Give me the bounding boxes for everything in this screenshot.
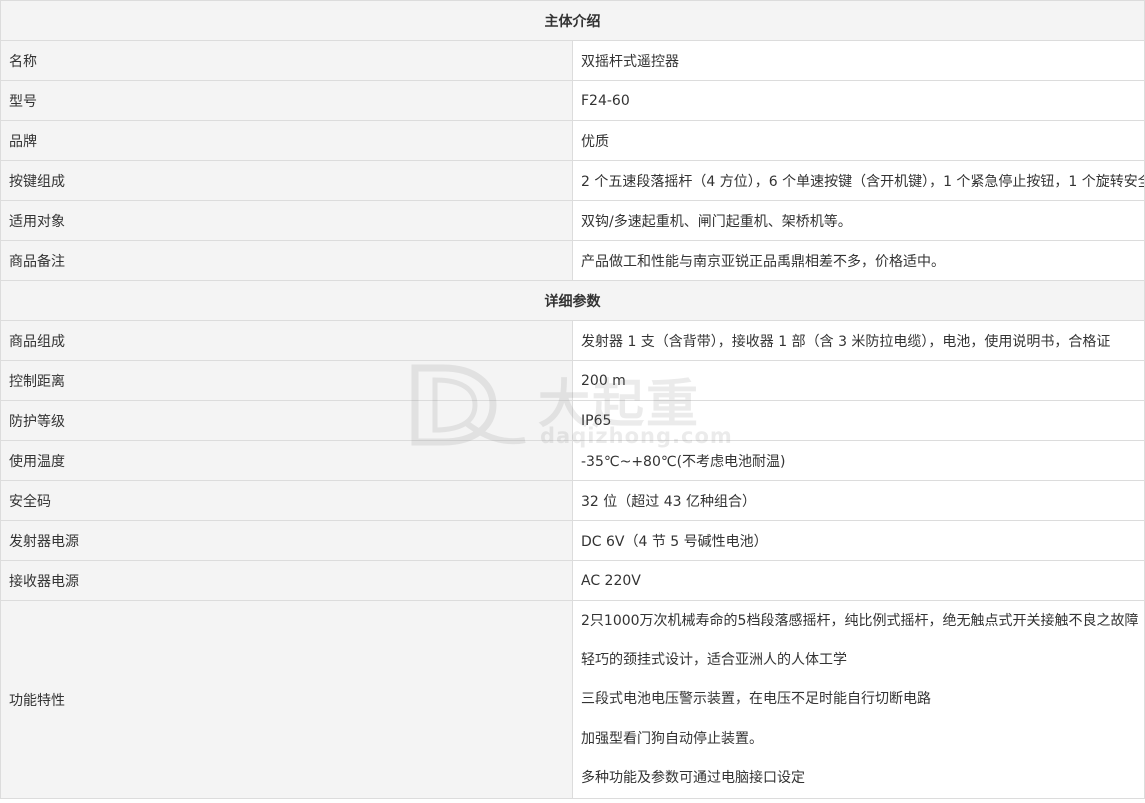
- row-value: 32 位（超过 43 亿种组合）: [572, 480, 1145, 521]
- table-row-remarks: 商品备注 产品做工和性能与南京亚锐正品禹鼎相差不多，价格适中。: [0, 240, 1145, 281]
- row-label: 接收器电源: [0, 560, 573, 601]
- section-header-details: 详细参数: [0, 280, 1145, 321]
- row-label: 名称: [0, 40, 573, 81]
- section-title-details: 详细参数: [0, 280, 1145, 321]
- feature-list: 2只1000万次机械寿命的5档段落感摇杆，纯比例式摇杆，绝无触点式开关接触不良之…: [581, 602, 1139, 798]
- row-value: 发射器 1 支（含背带），接收器 1 部（含 3 米防拉电缆），电池，使用说明书…: [572, 320, 1145, 361]
- spec-table: 主体介绍 名称 双摇杆式遥控器 型号 F24-60 品牌 优质 按键组成 2 个…: [0, 0, 1145, 799]
- row-label: 使用温度: [0, 440, 573, 481]
- feature-item: 多种功能及参数可通过电脑接口设定: [581, 770, 805, 787]
- row-value: AC 220V: [572, 560, 1145, 601]
- row-label: 型号: [0, 80, 573, 121]
- table-row-buttons: 按键组成 2 个五速段落摇杆（4 方位），6 个单速按键（含开机键），1 个紧急…: [0, 160, 1145, 201]
- row-value: DC 6V（4 节 5 号碱性电池）: [572, 520, 1145, 561]
- row-value: 2只1000万次机械寿命的5档段落感摇杆，纯比例式摇杆，绝无触点式开关接触不良之…: [572, 600, 1145, 799]
- row-value: 2 个五速段落摇杆（4 方位），6 个单速按键（含开机键），1 个紧急停止按钮，…: [572, 160, 1145, 201]
- row-value: 200 m: [572, 360, 1145, 401]
- table-row-temperature: 使用温度 -35℃~+80℃(不考虑电池耐温): [0, 440, 1145, 481]
- feature-item: 三段式电池电压警示装置，在电压不足时能自行切断电路: [581, 691, 931, 708]
- row-value: IP65: [572, 400, 1145, 441]
- section-header-intro: 主体介绍: [0, 0, 1145, 41]
- feature-item: 加强型看门狗自动停止装置。: [581, 730, 763, 747]
- table-row-applicable: 适用对象 双钩/多速起重机、闸门起重机、架桥机等。: [0, 200, 1145, 241]
- table-row-transmitter-power: 发射器电源 DC 6V（4 节 5 号碱性电池）: [0, 520, 1145, 561]
- row-label: 按键组成: [0, 160, 573, 201]
- table-row-model: 型号 F24-60: [0, 80, 1145, 121]
- table-row-protection: 防护等级 IP65: [0, 400, 1145, 441]
- table-row-name: 名称 双摇杆式遥控器: [0, 40, 1145, 81]
- table-row-security-code: 安全码 32 位（超过 43 亿种组合）: [0, 480, 1145, 521]
- row-label: 防护等级: [0, 400, 573, 441]
- row-value: 双钩/多速起重机、闸门起重机、架桥机等。: [572, 200, 1145, 241]
- table-row-package: 商品组成 发射器 1 支（含背带），接收器 1 部（含 3 米防拉电缆），电池，…: [0, 320, 1145, 361]
- table-row-brand: 品牌 优质: [0, 120, 1145, 161]
- row-value: 优质: [572, 120, 1145, 161]
- section-title-intro: 主体介绍: [0, 0, 1145, 41]
- row-label: 适用对象: [0, 200, 573, 241]
- table-row-range: 控制距离 200 m: [0, 360, 1145, 401]
- row-value: 产品做工和性能与南京亚锐正品禹鼎相差不多，价格适中。: [572, 240, 1145, 281]
- row-value: 双摇杆式遥控器: [572, 40, 1145, 81]
- row-value: F24-60: [572, 80, 1145, 121]
- table-row-receiver-power: 接收器电源 AC 220V: [0, 560, 1145, 601]
- row-value: -35℃~+80℃(不考虑电池耐温): [572, 440, 1145, 481]
- row-label: 品牌: [0, 120, 573, 161]
- row-label: 控制距离: [0, 360, 573, 401]
- row-label: 商品备注: [0, 240, 573, 281]
- row-label: 功能特性: [0, 600, 573, 799]
- row-label: 商品组成: [0, 320, 573, 361]
- row-label: 安全码: [0, 480, 573, 521]
- feature-item: 轻巧的颈挂式设计，适合亚洲人的人体工学: [581, 652, 847, 669]
- feature-item: 2只1000万次机械寿命的5档段落感摇杆，纯比例式摇杆，绝无触点式开关接触不良之…: [581, 612, 1139, 629]
- table-row-features: 功能特性 2只1000万次机械寿命的5档段落感摇杆，纯比例式摇杆，绝无触点式开关…: [0, 600, 1145, 799]
- row-label: 发射器电源: [0, 520, 573, 561]
